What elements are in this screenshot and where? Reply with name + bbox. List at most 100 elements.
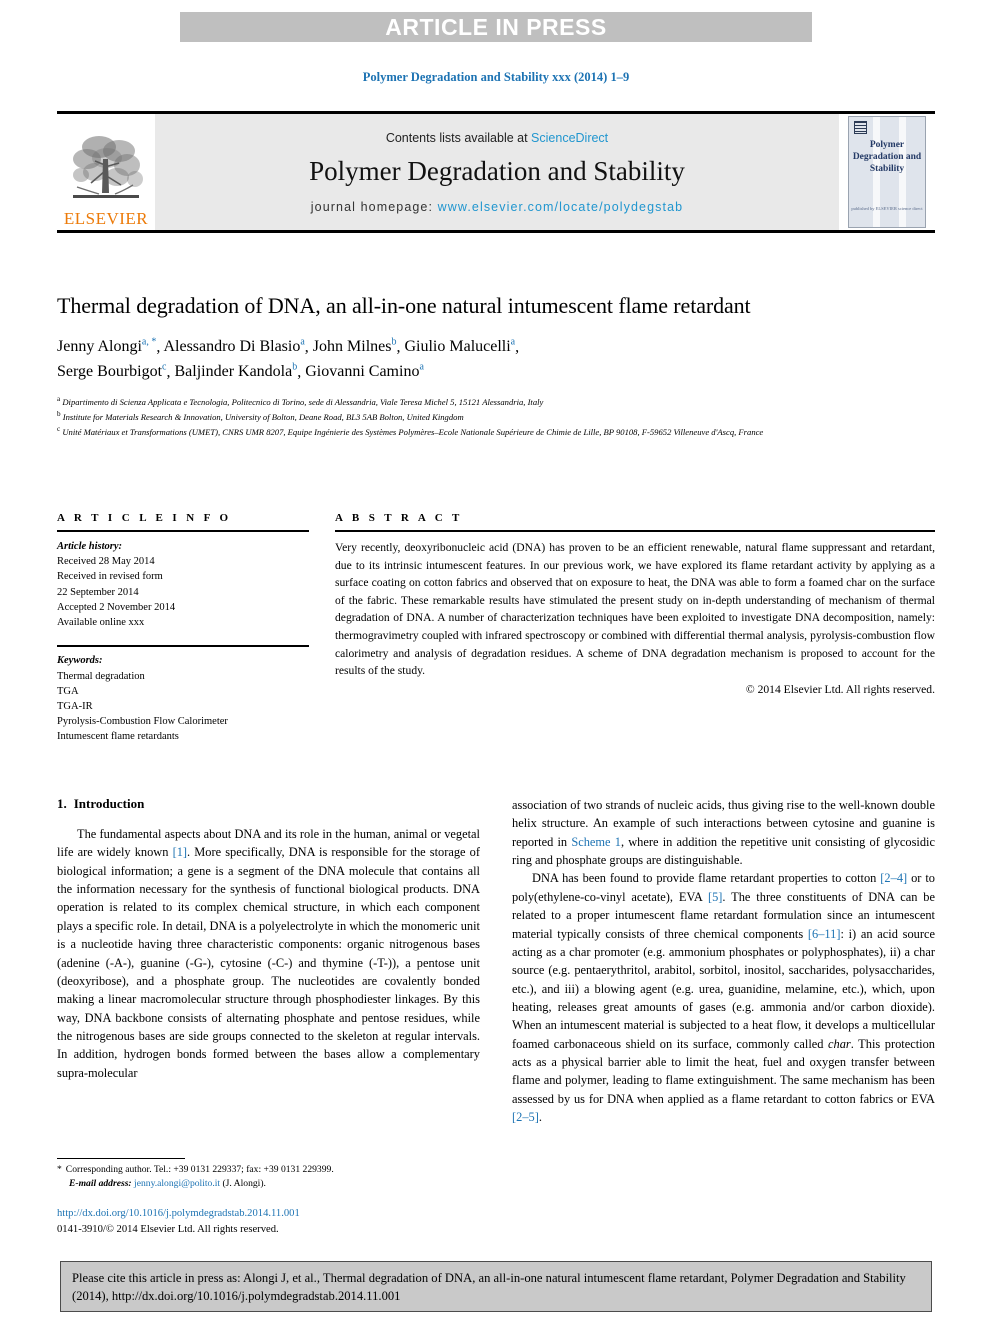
affiliation-text: Institute for Materials Research & Innov… — [62, 411, 464, 422]
article-info-heading: A R T I C L E I N F O — [57, 512, 232, 524]
cover-title: Polymer Degradation and Stability — [852, 140, 922, 174]
affiliation-item: c Unité Matériaux et Transformations (UM… — [57, 424, 935, 439]
cover-card: Polymer Degradation and Stability publis… — [848, 116, 926, 228]
info-abstract-region: A R T I C L E I N F O Article history: R… — [57, 512, 935, 745]
scheme-1-link[interactable]: Scheme 1 — [571, 835, 621, 849]
journal-homepage-line: journal homepage: www.elsevier.com/locat… — [311, 200, 683, 214]
body-columns: 1. Introduction The fundamental aspects a… — [57, 796, 935, 1126]
author-affil-mark: a — [419, 361, 424, 373]
history-item: Accepted 2 November 2014 — [57, 601, 176, 613]
intro-paragraph-1-cont: association of two strands of nucleic ac… — [512, 796, 935, 869]
intro-paragraph-2: DNA has been found to provide flame reta… — [512, 869, 935, 1126]
keyword-item: TGA-IR — [57, 700, 93, 712]
author-list: Jenny Alongia, *, Alessandro Di Blasioa,… — [57, 336, 520, 381]
corresponding-author-note: * Corresponding author. Tel.: +39 0131 22… — [57, 1163, 480, 1177]
affiliation-item: b Institute for Materials Research & Inn… — [57, 409, 935, 424]
sciencedirect-link[interactable]: ScienceDirect — [531, 131, 608, 145]
affiliation-text: Unité Matériaux et Transformations (UMET… — [62, 427, 764, 438]
author-name[interactable]: Giovanni Camino — [305, 363, 419, 380]
author-name[interactable]: John Milnes — [313, 338, 392, 355]
abstract-heading: A B S T R A C T — [335, 512, 463, 524]
author-name[interactable]: Baljinder Kandola — [174, 363, 292, 380]
asterisk-icon: * — [57, 1164, 62, 1175]
footnote-divider — [57, 1158, 185, 1159]
abstract-column: A B S T R A C T Very recently, deoxyribo… — [335, 512, 935, 745]
keyword-item: Pyrolysis-Combustion Flow Calorimeter — [57, 716, 228, 728]
author-affil-mark: c — [162, 361, 167, 373]
citation-link-2-5[interactable]: [2–5] — [512, 1110, 539, 1124]
journal-masthead: ELSEVIER Contents lists available at Sci… — [57, 111, 935, 233]
abstract-text: Very recently, deoxyribonucleic acid (DN… — [335, 541, 935, 678]
citation-link-1[interactable]: [1] — [173, 845, 187, 859]
keywords-label: Keywords: — [57, 655, 103, 667]
author-name[interactable]: Jenny Alongi — [57, 338, 142, 355]
author-entry: Alessandro Di Blasioa — [163, 336, 305, 355]
running-head: Polymer Degradation and Stability xxx (2… — [362, 70, 630, 84]
char-italic-term: char — [828, 1036, 851, 1051]
contents-prefix: Contents lists available at — [385, 130, 532, 145]
intro-text-b: . More specifically, DNA is responsible … — [57, 845, 480, 1080]
abstract-copyright: © 2014 Elsevier Ltd. All rights reserved… — [745, 682, 935, 696]
cite-this-article-box: Please cite this article in press as: Al… — [60, 1261, 932, 1312]
affiliation-list: a Dipartimento di Scienza Applicata e Te… — [57, 394, 935, 440]
history-item: 22 September 2014 — [57, 586, 139, 598]
doi-block: http://dx.doi.org/10.1016/j.polymdegrads… — [57, 1208, 480, 1237]
body-column-right: association of two strands of nucleic ac… — [512, 796, 935, 1126]
p2-text-f: . — [538, 1110, 542, 1125]
history-item: Received 28 May 2014 — [57, 556, 155, 568]
author-entry: Giulio Malucellia — [404, 336, 516, 355]
elsevier-tree-icon — [73, 136, 143, 198]
author-name[interactable]: Serge Bourbigot — [57, 363, 162, 380]
author-entry: Serge Bourbigotc — [57, 361, 167, 380]
section-number: 1. — [57, 796, 67, 811]
author-affil-mark: b — [391, 336, 397, 348]
article-in-press-label: ARTICLE IN PRESS — [385, 13, 607, 40]
citation-link-5[interactable]: [5] — [708, 890, 722, 904]
elsevier-wordmark: ELSEVIER — [63, 209, 149, 228]
email-link[interactable]: jenny.alongi@polito.it — [134, 1178, 220, 1189]
author-entry: John Milnesb — [313, 336, 397, 355]
keyword-item: Intumescent flame retardants — [57, 731, 179, 743]
email-label: E-mail address: — [69, 1178, 132, 1190]
author-affil-mark: a — [510, 336, 516, 348]
title-block: Thermal degradation of DNA, an all-in-on… — [57, 292, 935, 439]
affiliation-text: Dipartimento di Scienza Applicata e Tecn… — [62, 396, 544, 407]
body-column-left: 1. Introduction The fundamental aspects a… — [57, 796, 480, 1126]
doi-link[interactable]: http://dx.doi.org/10.1016/j.polymdegrads… — [57, 1208, 480, 1219]
keyword-item: Thermal degradation — [57, 670, 145, 682]
affiliation-mark: c — [57, 425, 61, 434]
p2-text-a: DNA has been found to provide flame reta… — [532, 871, 881, 886]
paper-title: Thermal degradation of DNA, an all-in-on… — [57, 293, 751, 318]
author-entry: Jenny Alongia, * — [57, 336, 157, 355]
history-item: Available online xxx — [57, 617, 145, 629]
author-name[interactable]: Giulio Malucelli — [404, 338, 510, 355]
keywords-block: Keywords: Thermal degradation TGA TGA-IR… — [57, 653, 309, 744]
citation-link-2-4[interactable]: [2–4] — [880, 871, 907, 885]
author-name[interactable]: Alessandro Di Blasio — [163, 338, 300, 355]
corresponding-author-text: Corresponding author. Tel.: +39 0131 229… — [65, 1164, 334, 1175]
cover-elsevier-mark-icon — [854, 121, 867, 134]
journal-cover-thumbnail: Polymer Degradation and Stability publis… — [839, 114, 935, 230]
history-item: Received in revised form — [57, 571, 163, 583]
author-affil-mark: a — [300, 336, 305, 348]
article-in-press-banner: ARTICLE IN PRESS — [180, 12, 812, 42]
author-entry: Baljinder Kandolab — [174, 362, 297, 380]
elsevier-logo: ELSEVIER — [57, 114, 155, 230]
issn-copyright: 0141-3910/© 2014 Elsevier Ltd. All right… — [57, 1223, 279, 1235]
affiliation-item: a Dipartimento di Scienza Applicata e Te… — [57, 394, 935, 409]
homepage-prefix: journal homepage: — [310, 199, 438, 214]
journal-title: Polymer Degradation and Stability — [309, 155, 685, 186]
section-title: Introduction — [73, 796, 145, 811]
author-affil-mark: a, * — [141, 336, 157, 348]
journal-homepage-link[interactable]: www.elsevier.com/locate/polydegstab — [438, 200, 684, 214]
cite-this-article-text: Please cite this article in press as: Al… — [72, 1270, 920, 1306]
cover-footer-text: published by ELSEVIER science direct — [851, 206, 923, 212]
article-history-block: Article history: Received 28 May 2014 Re… — [57, 539, 309, 630]
contents-line: Contents lists available at ScienceDirec… — [386, 131, 608, 145]
footnote-region: * Corresponding author. Tel.: +39 0131 22… — [57, 1158, 480, 1237]
citation-link-6-11[interactable]: [6–11] — [808, 927, 841, 941]
keywords-rule — [57, 645, 309, 648]
email-note: E-mail address: jenny.alongi@polito.it (… — [57, 1177, 480, 1191]
article-info-rule — [57, 530, 309, 532]
email-owner: (J. Alongi). — [222, 1178, 266, 1190]
